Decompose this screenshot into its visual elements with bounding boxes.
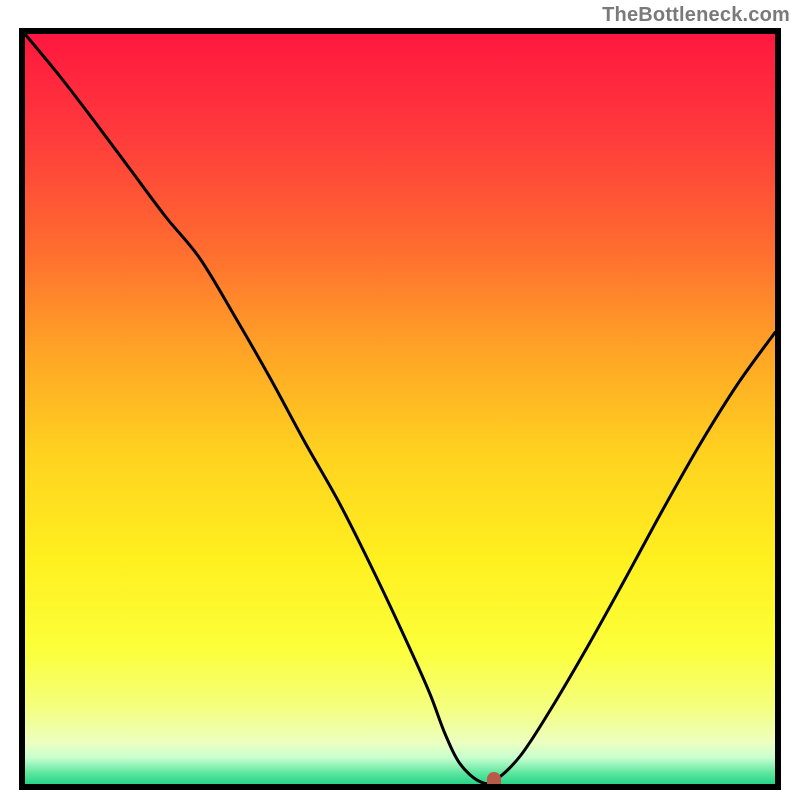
optimal-point-marker	[487, 772, 501, 790]
chart-frame	[19, 28, 781, 790]
watermark-text: TheBottleneck.com	[602, 4, 790, 27]
chart-background	[25, 34, 775, 784]
bottleneck-chart	[25, 34, 775, 784]
